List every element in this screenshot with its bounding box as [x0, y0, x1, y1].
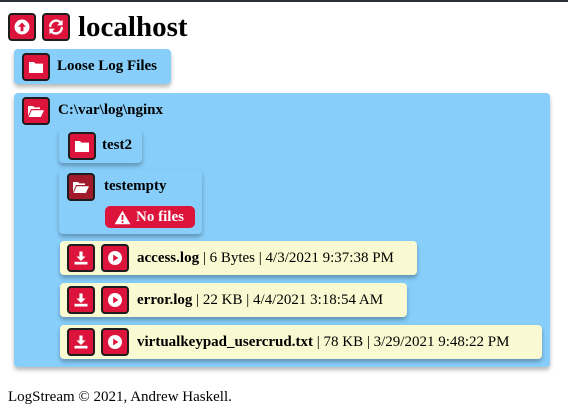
refresh-button[interactable]	[42, 13, 70, 41]
folder-open-icon	[73, 182, 89, 193]
warning-icon	[114, 210, 131, 224]
page-title: localhost	[78, 11, 188, 43]
stream-button[interactable]	[101, 244, 129, 272]
file-name[interactable]: access.log	[137, 250, 199, 266]
separator: |	[312, 334, 324, 350]
file-name[interactable]: error.log	[137, 292, 192, 308]
download-button[interactable]	[67, 286, 95, 314]
play-circle-icon	[108, 251, 122, 265]
file-size: 22 KB	[202, 292, 243, 308]
file-date: 4/3/2021 9:37:38 PM	[265, 250, 394, 266]
file-size: 6 Bytes	[209, 250, 256, 266]
download-button[interactable]	[67, 244, 95, 272]
download-button[interactable]	[67, 328, 95, 356]
loose-folder-button[interactable]	[22, 53, 50, 81]
separator: |	[363, 334, 374, 350]
no-files-text: No files	[136, 208, 184, 225]
folder-icon	[75, 141, 89, 152]
directory-path: C:\var\log\nginx	[58, 102, 164, 118]
file-name[interactable]: virtualkeypad_usercrud.txt	[137, 334, 313, 350]
file-row: access.log | 6 Bytes | 4/3/2021 9:37:38 …	[60, 241, 417, 275]
up-button[interactable]	[8, 13, 36, 41]
file-row: virtualkeypad_usercrud.txt | 78 KB | 3/2…	[60, 325, 542, 359]
no-files-badge: No files	[105, 206, 195, 228]
file-info: virtualkeypad_usercrud.txt | 78 KB | 3/2…	[137, 332, 509, 352]
file-date: 3/29/2021 9:48:22 PM	[373, 334, 510, 350]
separator: |	[242, 292, 254, 308]
file-date: 4/4/2021 3:18:54 AM	[253, 292, 384, 308]
separator: |	[199, 250, 210, 266]
test2-folder-button[interactable]	[68, 132, 96, 160]
download-icon	[74, 293, 88, 307]
play-circle-icon	[108, 293, 122, 307]
separator: |	[255, 250, 266, 266]
loose-log-files-label: Loose Log Files	[57, 58, 157, 74]
file-size: 78 KB	[323, 334, 364, 350]
directory-folder-button[interactable]	[22, 97, 50, 125]
separator: |	[192, 292, 203, 308]
arrow-up-circle-icon	[14, 19, 30, 35]
testempty-folder-button[interactable]	[67, 173, 95, 201]
stream-button[interactable]	[101, 328, 129, 356]
subfolder-label: testempty	[104, 178, 167, 194]
file-row: error.log | 22 KB | 4/4/2021 3:18:54 AM	[60, 283, 407, 317]
footer-copyright: LogStream © 2021, Andrew Haskell.	[8, 389, 232, 405]
folder-icon	[29, 62, 43, 73]
file-info: access.log | 6 Bytes | 4/3/2021 9:37:38 …	[137, 248, 394, 268]
download-icon	[74, 251, 88, 265]
play-circle-icon	[108, 335, 122, 349]
folder-open-icon	[28, 106, 44, 117]
stream-button[interactable]	[101, 286, 129, 314]
loose-log-files-panel[interactable]: Loose Log Files	[14, 49, 171, 84]
subfolder-label: test2	[102, 137, 132, 153]
file-info: error.log | 22 KB | 4/4/2021 3:18:54 AM	[137, 290, 383, 310]
download-icon	[74, 335, 88, 349]
subfolder-test2[interactable]: test2	[59, 129, 142, 163]
top-border	[0, 0, 568, 2]
refresh-icon	[49, 19, 63, 35]
